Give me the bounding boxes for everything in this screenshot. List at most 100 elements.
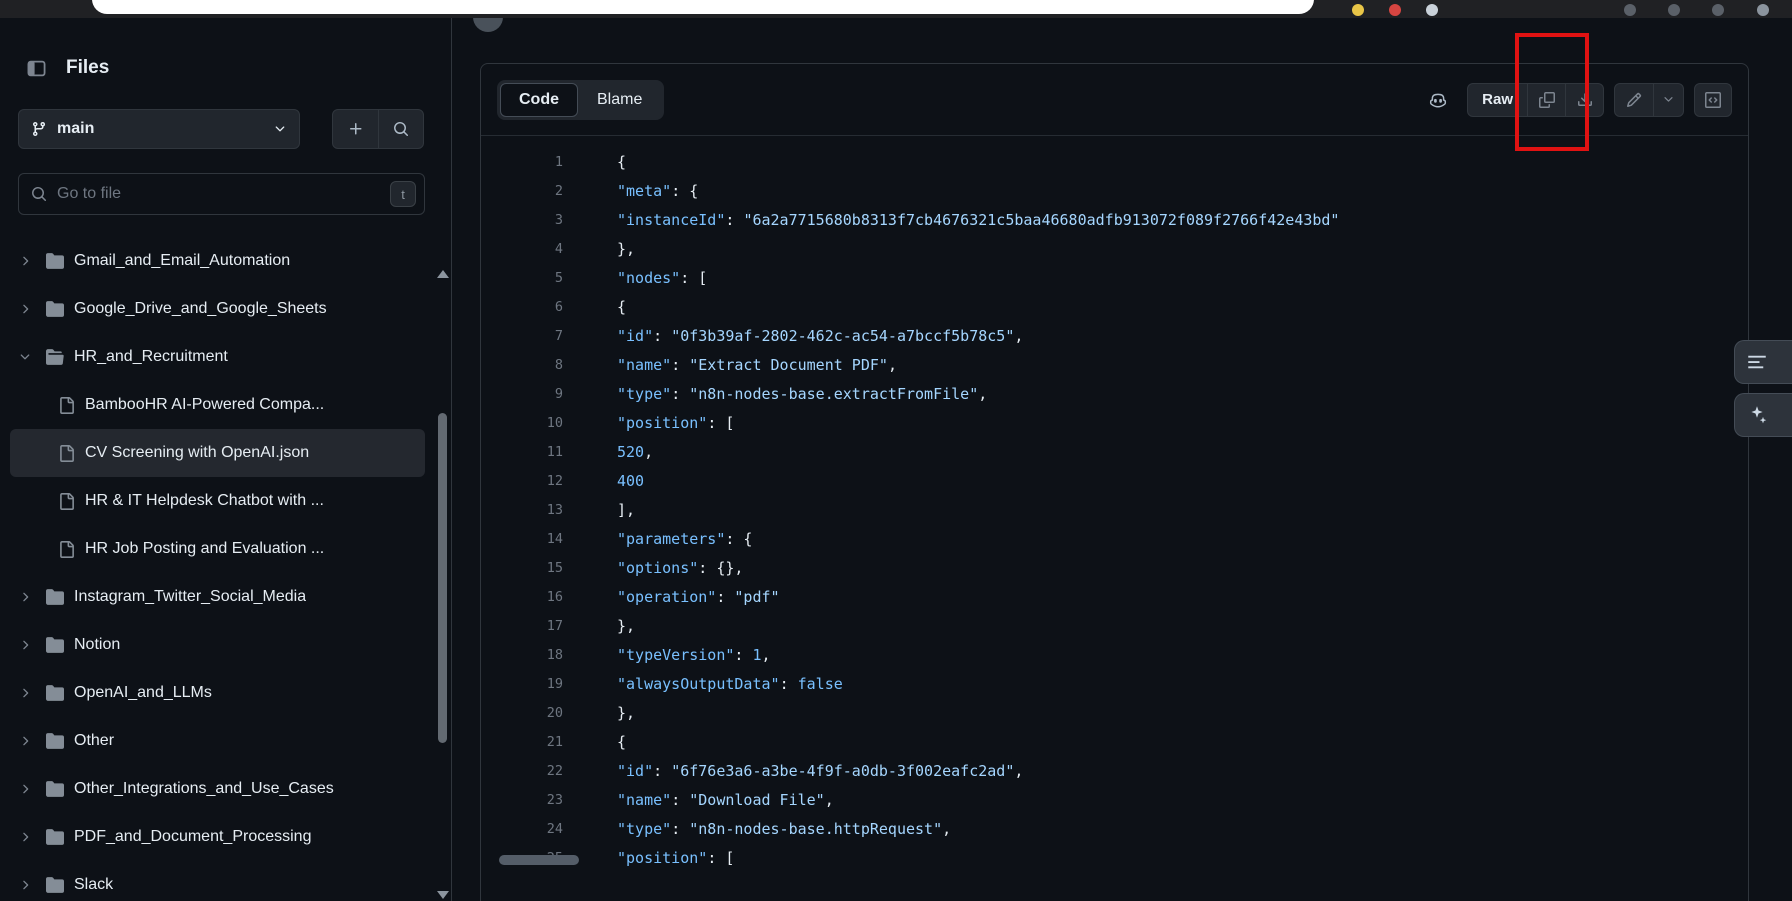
tab-blame[interactable]: Blame xyxy=(578,83,661,117)
tree-item-slack[interactable]: Slack xyxy=(10,861,425,901)
add-file-button[interactable] xyxy=(333,110,378,148)
browser-toolbar-icon[interactable] xyxy=(1668,4,1680,16)
line-number[interactable]: 23 xyxy=(481,786,563,815)
search-icon xyxy=(393,121,409,137)
line-number[interactable]: 1 xyxy=(481,148,563,177)
tree-item-label: Slack xyxy=(74,876,113,894)
browser-profile-icon[interactable] xyxy=(1757,4,1769,16)
code-line: 7"id": "0f3b39af-2802-462c-ac54-a7bccf5b… xyxy=(481,322,1748,351)
collapse-sidebar-button[interactable] xyxy=(18,50,54,86)
line-number[interactable]: 6 xyxy=(481,293,563,322)
browser-extension-icon[interactable] xyxy=(1389,4,1401,16)
chevron-right-icon[interactable] xyxy=(14,730,36,752)
line-number[interactable]: 20 xyxy=(481,699,563,728)
tree-item-label: Notion xyxy=(74,636,120,654)
folder-icon xyxy=(45,731,65,751)
tree-item-pdf-and-document-processing[interactable]: PDF_and_Document_Processing xyxy=(10,813,425,861)
browser-extension-icon[interactable] xyxy=(1352,4,1364,16)
search-this-repo-button[interactable] xyxy=(378,110,423,148)
tree-item-bamboohr-ai-powered-compa[interactable]: BambooHR AI-Powered Compa... xyxy=(10,381,425,429)
outline-toggle-button[interactable] xyxy=(1734,340,1792,384)
chevron-right-icon[interactable] xyxy=(14,778,36,800)
tree-item-instagram-twitter-social-media[interactable]: Instagram_Twitter_Social_Media xyxy=(10,573,425,621)
scroll-up-arrow-icon[interactable] xyxy=(437,270,449,278)
line-number[interactable]: 14 xyxy=(481,525,563,554)
copilot-sparkle-button[interactable] xyxy=(1734,393,1792,437)
line-number[interactable]: 21 xyxy=(481,728,563,757)
download-icon xyxy=(1577,92,1593,108)
tree-item-other-integrations-and-use-cases[interactable]: Other_Integrations_and_Use_Cases xyxy=(10,765,425,813)
line-number[interactable]: 16 xyxy=(481,583,563,612)
copilot-icon xyxy=(1429,91,1447,109)
line-number[interactable]: 19 xyxy=(481,670,563,699)
tree-item-other[interactable]: Other xyxy=(10,717,425,765)
chevron-right-icon[interactable] xyxy=(14,634,36,656)
chevron-right-icon[interactable] xyxy=(14,874,36,896)
browser-toolbar-icon[interactable] xyxy=(1712,4,1724,16)
code-line: 12400 xyxy=(481,467,1748,496)
line-number[interactable]: 12 xyxy=(481,467,563,496)
tree-item-openai-and-llms[interactable]: OpenAI_and_LLMs xyxy=(10,669,425,717)
browser-extension-icon[interactable] xyxy=(1426,4,1438,16)
tree-item-google-drive-and-google-sheets[interactable]: Google_Drive_and_Google_Sheets xyxy=(10,285,425,333)
line-number[interactable]: 5 xyxy=(481,264,563,293)
copy-raw-button[interactable] xyxy=(1527,84,1565,116)
branch-selector[interactable]: main xyxy=(18,109,300,149)
line-number[interactable]: 22 xyxy=(481,757,563,786)
chevron-down-icon[interactable] xyxy=(14,346,36,368)
code-line-content: "nodes": [ xyxy=(563,264,707,293)
tree-item-gmail-and-email-automation[interactable]: Gmail_and_Email_Automation xyxy=(10,237,425,285)
code-line: 10"position": [ xyxy=(481,409,1748,438)
symbols-panel-button[interactable] xyxy=(1694,83,1732,117)
sidebar-scrollbar[interactable] xyxy=(436,270,449,899)
tab-code[interactable]: Code xyxy=(500,83,578,117)
scroll-down-arrow-icon[interactable] xyxy=(437,891,449,899)
browser-toolbar-icon[interactable] xyxy=(1624,4,1636,16)
line-number[interactable]: 17 xyxy=(481,612,563,641)
copilot-button[interactable] xyxy=(1419,83,1457,117)
line-number[interactable]: 15 xyxy=(481,554,563,583)
tree-item-hr-job-posting-and-evaluation[interactable]: HR Job Posting and Evaluation ... xyxy=(10,525,425,573)
line-number[interactable]: 24 xyxy=(481,815,563,844)
chevron-right-icon[interactable] xyxy=(14,586,36,608)
code-line-content: }, xyxy=(563,699,635,728)
code-line: 21{ xyxy=(481,728,1748,757)
line-number[interactable]: 10 xyxy=(481,409,563,438)
chevron-right-icon[interactable] xyxy=(14,298,36,320)
scrollbar-thumb[interactable] xyxy=(499,855,579,865)
line-number[interactable]: 13 xyxy=(481,496,563,525)
line-number[interactable]: 8 xyxy=(481,351,563,380)
keyboard-shortcut-badge: t xyxy=(390,181,416,207)
line-number[interactable]: 11 xyxy=(481,438,563,467)
line-number[interactable]: 2 xyxy=(481,177,563,206)
chevron-right-icon[interactable] xyxy=(14,826,36,848)
line-number[interactable]: 9 xyxy=(481,380,563,409)
chevron-right-icon[interactable] xyxy=(14,682,36,704)
plus-icon xyxy=(348,121,364,137)
file-icon xyxy=(56,395,76,415)
code-line: 2"meta": { xyxy=(481,177,1748,206)
code-line: 3"instanceId": "6a2a7715680b8313f7cb4676… xyxy=(481,206,1748,235)
copy-icon xyxy=(1539,92,1555,108)
line-number[interactable]: 7 xyxy=(481,322,563,351)
browser-address-bar[interactable] xyxy=(92,0,1314,14)
line-number[interactable]: 3 xyxy=(481,206,563,235)
horizontal-scrollbar[interactable] xyxy=(491,855,1738,865)
download-raw-button[interactable] xyxy=(1565,84,1603,116)
go-to-file-input[interactable] xyxy=(55,184,382,204)
chevron-right-icon[interactable] xyxy=(14,250,36,272)
edit-file-button[interactable] xyxy=(1615,84,1653,116)
tree-item-notion[interactable]: Notion xyxy=(10,621,425,669)
tree-item-hr-it-helpdesk-chatbot-with[interactable]: HR & IT Helpdesk Chatbot with ... xyxy=(10,477,425,525)
line-number[interactable]: 18 xyxy=(481,641,563,670)
edit-dropdown-button[interactable] xyxy=(1653,84,1683,116)
scrollbar-thumb[interactable] xyxy=(438,413,447,743)
folder-icon xyxy=(45,635,65,655)
tree-item-hr-and-recruitment[interactable]: HR_and_Recruitment xyxy=(10,333,425,381)
raw-button[interactable]: Raw xyxy=(1468,84,1527,116)
tree-item-cv-screening-with-openai-json[interactable]: CV Screening with OpenAI.json xyxy=(10,429,425,477)
tree-item-label: Other_Integrations_and_Use_Cases xyxy=(74,780,334,798)
line-number[interactable]: 4 xyxy=(481,235,563,264)
file-tree: Gmail_and_Email_AutomationGoogle_Drive_a… xyxy=(0,237,451,901)
go-to-file-field[interactable]: t xyxy=(18,173,425,215)
